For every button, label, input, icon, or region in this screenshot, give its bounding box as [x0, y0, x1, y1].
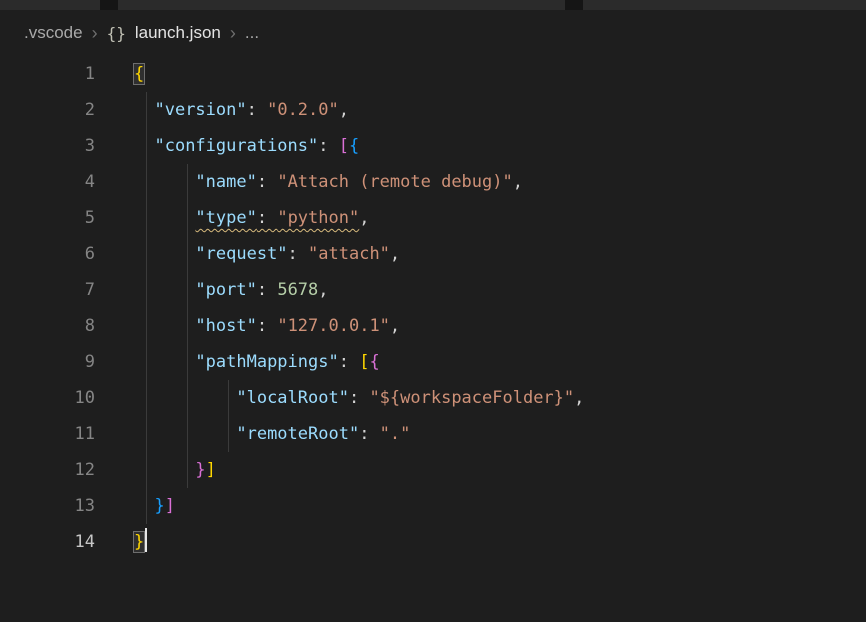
- token-key: "name": [195, 172, 256, 192]
- token-pln: ,: [574, 388, 584, 408]
- tab-separator: [100, 0, 118, 10]
- token-str: "127.0.0.1": [277, 316, 390, 336]
- line-number[interactable]: 10: [0, 380, 95, 416]
- code-line[interactable]: "host": "127.0.0.1",: [134, 308, 866, 344]
- token-num: 5678: [277, 280, 318, 300]
- chevron-right-icon: ›: [230, 23, 236, 44]
- code-line[interactable]: "configurations": [{: [134, 128, 866, 164]
- tab-strip[interactable]: [0, 0, 866, 10]
- code-line[interactable]: {: [134, 56, 866, 92]
- token-b3: }: [154, 496, 164, 516]
- token-key: "type": [195, 208, 256, 228]
- code-editor[interactable]: 1234567891011121314 { "version": "0.2.0"…: [0, 56, 866, 622]
- line-number[interactable]: 7: [0, 272, 95, 308]
- token-pln: :: [349, 388, 369, 408]
- json-file-icon: {}: [107, 24, 126, 43]
- code-line[interactable]: "localRoot": "${workspaceFolder}",: [134, 380, 866, 416]
- line-number[interactable]: 9: [0, 344, 95, 380]
- code-line[interactable]: }]: [134, 452, 866, 488]
- token-str: ".": [380, 424, 411, 444]
- token-pln: :: [257, 316, 277, 336]
- code-line[interactable]: "version": "0.2.0",: [134, 92, 866, 128]
- token-pln: ,: [390, 316, 400, 336]
- code-line[interactable]: "remoteRoot": ".": [134, 416, 866, 452]
- breadcrumb-folder[interactable]: .vscode: [24, 23, 83, 43]
- token-pln: :: [318, 136, 338, 156]
- breadcrumb-overflow[interactable]: ...: [245, 23, 259, 43]
- line-number[interactable]: 11: [0, 416, 95, 452]
- token-b3: {: [349, 136, 359, 156]
- matched-bracket: }: [134, 532, 144, 552]
- token-b2: }: [195, 460, 205, 480]
- token-pln: ,: [390, 244, 400, 264]
- token-pln: :: [339, 352, 359, 372]
- line-number[interactable]: 14: [0, 524, 95, 560]
- token-pln: :: [257, 280, 277, 300]
- token-pln: ,: [513, 172, 523, 192]
- token-key: "host": [195, 316, 256, 336]
- line-number[interactable]: 12: [0, 452, 95, 488]
- token-key: "localRoot": [236, 388, 349, 408]
- token-key: "remoteRoot": [236, 424, 359, 444]
- code-line[interactable]: "port": 5678,: [134, 272, 866, 308]
- token-pln: ,: [339, 100, 349, 120]
- token-str: "0.2.0": [267, 100, 339, 120]
- token-str: "attach": [308, 244, 390, 264]
- breadcrumb: .vscode › {} launch.json › ...: [0, 10, 866, 56]
- token-key: "configurations": [154, 136, 318, 156]
- line-number[interactable]: 5: [0, 200, 95, 236]
- matched-bracket: {: [134, 64, 144, 84]
- code-area[interactable]: { "version": "0.2.0", "configurations": …: [134, 56, 866, 560]
- token-pln: :: [359, 424, 379, 444]
- token-b1: ]: [206, 460, 216, 480]
- line-number[interactable]: 8: [0, 308, 95, 344]
- token-key: "pathMappings": [195, 352, 338, 372]
- token-b1: [: [359, 352, 369, 372]
- line-number[interactable]: 3: [0, 128, 95, 164]
- token-str: "${workspaceFolder}": [369, 388, 574, 408]
- line-number[interactable]: 1: [0, 56, 95, 92]
- line-number[interactable]: 2: [0, 92, 95, 128]
- line-number-gutter[interactable]: 1234567891011121314: [0, 56, 95, 560]
- token-b2: ]: [165, 496, 175, 516]
- line-number[interactable]: 6: [0, 236, 95, 272]
- code-line[interactable]: "request": "attach",: [134, 236, 866, 272]
- token-key: "request": [195, 244, 287, 264]
- line-number[interactable]: 13: [0, 488, 95, 524]
- breadcrumb-file[interactable]: launch.json: [135, 23, 221, 43]
- code-line[interactable]: }]: [134, 488, 866, 524]
- line-number[interactable]: 4: [0, 164, 95, 200]
- token-pln: ,: [318, 280, 328, 300]
- token-pln: ,: [359, 208, 369, 228]
- token-key: "version": [154, 100, 246, 120]
- code-line[interactable]: "type": "python",: [134, 200, 866, 236]
- token-b2: [: [339, 136, 349, 156]
- code-line[interactable]: "name": "Attach (remote debug)",: [134, 164, 866, 200]
- chevron-right-icon: ›: [92, 23, 98, 44]
- token-pln: :: [247, 100, 267, 120]
- token-b2: {: [369, 352, 379, 372]
- code-line[interactable]: }: [134, 524, 866, 560]
- token-str: "python": [277, 208, 359, 228]
- token-pln: :: [257, 172, 277, 192]
- tab-separator: [565, 0, 583, 10]
- token-key: "port": [195, 280, 256, 300]
- token-pln: :: [257, 208, 277, 228]
- token-str: "Attach (remote debug)": [277, 172, 512, 192]
- code-line[interactable]: "pathMappings": [{: [134, 344, 866, 380]
- text-cursor: [145, 528, 147, 552]
- token-pln: :: [288, 244, 308, 264]
